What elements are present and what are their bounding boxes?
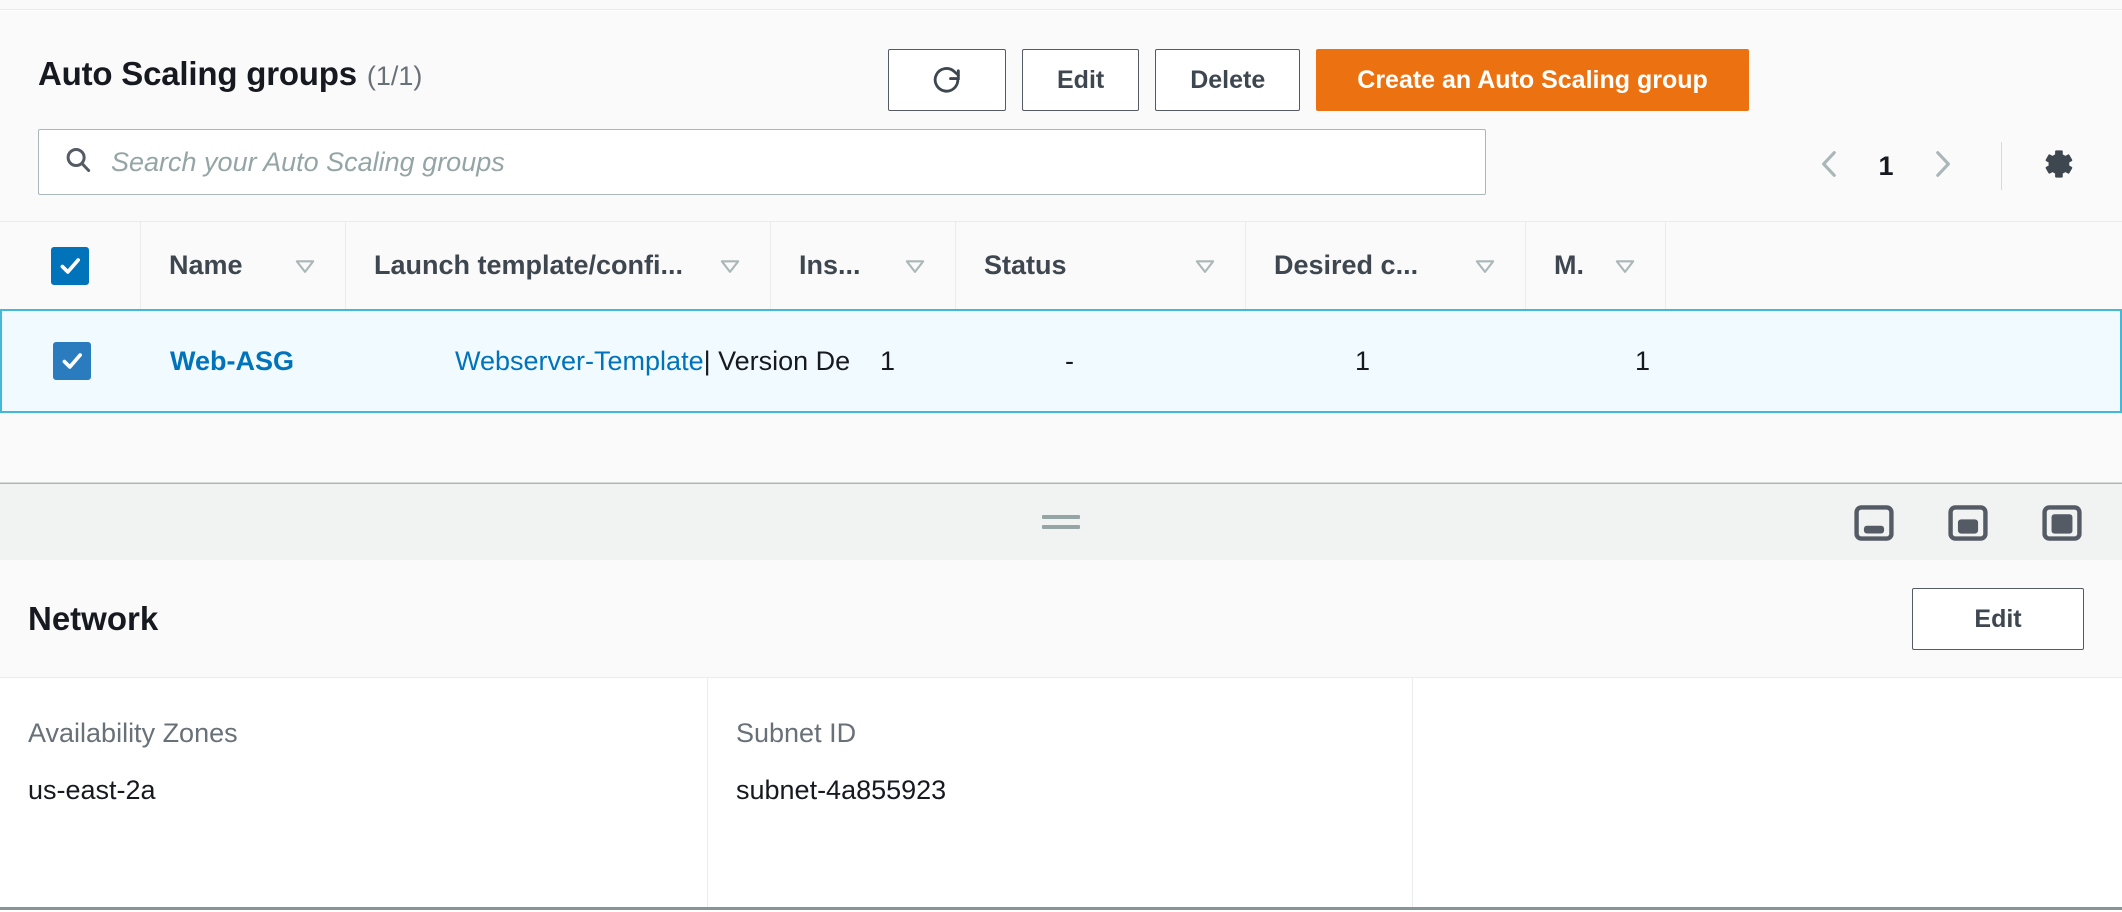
search-row: 1 [0, 129, 2122, 221]
drag-handle-icon[interactable] [1042, 515, 1080, 529]
detail-field-label: Subnet ID [736, 718, 857, 748]
page-title-text: Auto Scaling groups [38, 55, 357, 92]
split-panel-divider[interactable] [0, 483, 2122, 560]
search-icon [63, 145, 109, 180]
chevron-right-icon [1925, 147, 1959, 186]
row-instances-value: 1 [880, 345, 896, 376]
column-header-spacer [1665, 221, 2122, 310]
row-desired-capacity-cell: 1 [1327, 311, 1607, 411]
column-header-instances[interactable]: Ins... [770, 221, 955, 310]
page-title-count: (1/1) [366, 61, 423, 91]
select-all-cell [0, 246, 140, 285]
row-spacer-cell [1747, 311, 2120, 411]
search-input[interactable] [109, 130, 1485, 194]
pagination: 1 [1797, 133, 2084, 199]
panel-size-small-icon[interactable] [1852, 501, 1896, 545]
network-edit-button[interactable]: Edit [1912, 588, 2084, 650]
table-column-header: Name Launch template/confi... Ins... Sta… [0, 221, 2122, 310]
detail-field-subnet-id: Subnet ID subnet-4a855923 [707, 678, 1412, 907]
detail-field-availability-zones: Availability Zones us-east-2a [0, 678, 707, 907]
panel-size-large-icon[interactable] [2040, 501, 2084, 545]
detail-panel-title: Network [28, 599, 159, 637]
chevron-left-icon [1813, 147, 1847, 186]
table-header: Auto Scaling groups (1/1) Edit Delete Cr… [0, 11, 2122, 129]
gear-icon [2034, 142, 2078, 191]
column-header-launch-template-label: Launch template/confi... [374, 250, 684, 280]
table-row[interactable]: Web-ASG Webserver-Template | Version De … [0, 309, 2122, 413]
refresh-icon [930, 63, 964, 97]
column-header-min-label: M. [1554, 250, 1584, 280]
row-launch-template-version: | Version De [703, 345, 851, 376]
row-instances-cell: 1 [852, 311, 1037, 411]
pagination-page-1[interactable]: 1 [1863, 151, 1909, 182]
row-min-cell: 1 [1607, 311, 1747, 411]
detail-field-value: subnet-4a855923 [736, 775, 947, 805]
row-launch-template-link[interactable]: Webserver-Template [455, 346, 704, 377]
auto-scaling-groups-page: Auto Scaling groups (1/1) Edit Delete Cr… [0, 0, 2122, 912]
panel-size-controls [1852, 484, 2084, 561]
row-name-link[interactable]: Web-ASG [170, 346, 294, 377]
column-header-desired-capacity[interactable]: Desired c... [1245, 221, 1525, 310]
detail-field-empty [1412, 678, 2122, 907]
column-header-desired-capacity-label: Desired c... [1274, 250, 1419, 280]
search-box[interactable] [38, 129, 1486, 195]
detail-panel-body: Availability Zones us-east-2a Subnet ID … [0, 678, 2122, 910]
table-preferences-button[interactable] [2028, 138, 2084, 194]
column-header-launch-template[interactable]: Launch template/confi... [345, 221, 770, 310]
sort-icon[interactable] [1471, 252, 1499, 280]
panel-size-medium-icon[interactable] [1946, 501, 1990, 545]
row-status-cell: - [1037, 311, 1327, 411]
sort-icon[interactable] [291, 252, 319, 280]
pagination-prev-button[interactable] [1797, 133, 1863, 199]
row-name-cell: Web-ASG [2, 311, 427, 411]
detail-field-value: us-east-2a [28, 775, 156, 805]
column-header-status[interactable]: Status [955, 221, 1245, 310]
column-header-status-label: Status [984, 250, 1067, 280]
detail-panel-header: Network Edit [0, 560, 2122, 678]
sort-icon[interactable] [1191, 252, 1219, 280]
sort-icon[interactable] [716, 252, 744, 280]
sort-icon[interactable] [901, 252, 929, 280]
row-launch-template-cell: Webserver-Template | Version De [427, 311, 852, 411]
column-header-name[interactable]: Name [140, 221, 345, 310]
row-status-value: - [1065, 345, 1074, 376]
row-min-value: 1 [1635, 345, 1651, 376]
select-all-checkbox[interactable] [51, 246, 89, 285]
delete-button[interactable]: Delete [1155, 49, 1301, 111]
row-select-cell [2, 342, 142, 380]
edit-button[interactable]: Edit [1022, 49, 1140, 111]
page-title: Auto Scaling groups (1/1) [38, 55, 422, 93]
pagination-next-button[interactable] [1909, 133, 1975, 199]
column-header-min[interactable]: M. [1525, 221, 1665, 310]
row-desired-capacity-value: 1 [1355, 345, 1371, 376]
detail-field-label: Availability Zones [28, 718, 238, 748]
column-header-name-label: Name [169, 250, 243, 280]
refresh-button[interactable] [888, 49, 1006, 111]
auto-scaling-groups-table-container: Auto Scaling groups (1/1) Edit Delete Cr… [0, 11, 2122, 483]
column-header-instances-label: Ins... [799, 250, 861, 280]
create-auto-scaling-group-button[interactable]: Create an Auto Scaling group [1316, 49, 1749, 111]
sort-icon[interactable] [1611, 252, 1639, 280]
pagination-divider [2001, 142, 2002, 190]
top-strip [0, 0, 2122, 10]
row-checkbox[interactable] [53, 342, 91, 380]
split-panel-detail: Network Edit Availability Zones us-east-… [0, 560, 2122, 912]
header-actions: Edit Delete Create an Auto Scaling group [888, 49, 1749, 111]
